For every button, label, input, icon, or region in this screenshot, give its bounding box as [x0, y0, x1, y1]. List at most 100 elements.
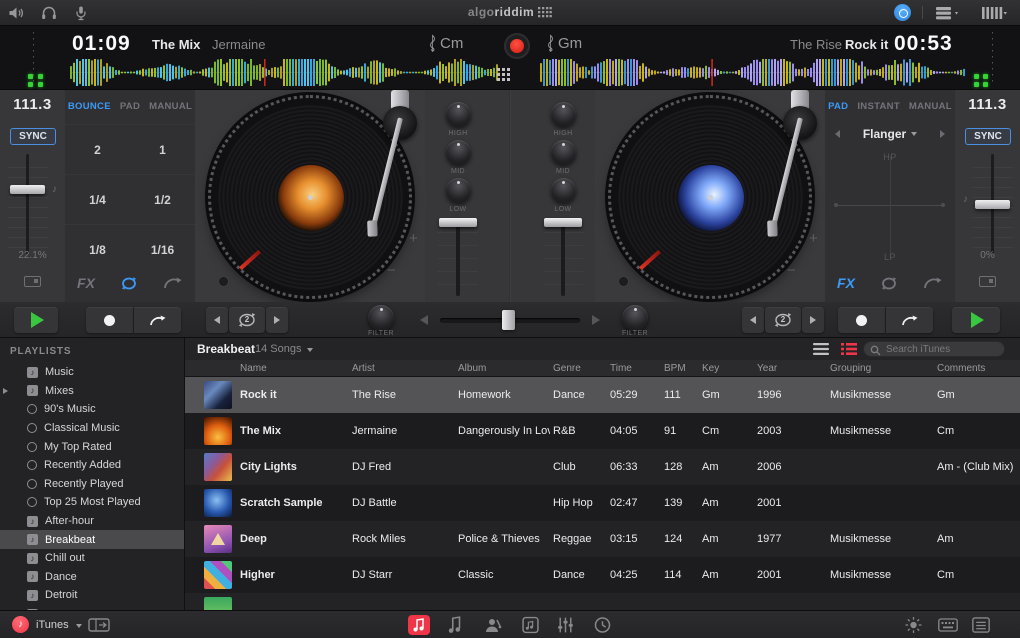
col-time[interactable]: Time [610, 363, 632, 374]
deck1-waveform[interactable] [70, 59, 500, 86]
deck1-loop-halve-button[interactable] [206, 307, 228, 333]
deck1-mode-icon[interactable] [24, 276, 41, 287]
deck1-pitch-fader[interactable] [8, 154, 48, 254]
loop-cell[interactable]: 1 [130, 124, 195, 174]
ch2-volume-fader[interactable] [543, 218, 583, 296]
pitch-bend-minus[interactable]: − [787, 262, 796, 279]
loop-toggle-icon[interactable] [879, 276, 899, 291]
deck2-cue-set-button[interactable] [838, 307, 885, 333]
table-row[interactable]: Higher DJ Starr Classic Dance 04:25 114 Am 2001… [185, 557, 1020, 593]
tab-artists[interactable] [484, 616, 502, 634]
tab-pad[interactable]: PAD [120, 101, 140, 112]
crossfader-handle[interactable] [502, 310, 515, 330]
col-album[interactable]: Album [458, 363, 486, 374]
list-view-icon[interactable] [813, 343, 829, 355]
ch1-volume-fader[interactable] [438, 218, 478, 296]
tab-mixer-levels[interactable] [556, 616, 575, 634]
col-grouping[interactable]: Grouping [830, 363, 871, 374]
col-artist[interactable]: Artist [352, 363, 375, 374]
view-columns-menu-icon[interactable] [982, 5, 1008, 21]
tab-albums[interactable] [522, 616, 539, 634]
record-button[interactable] [504, 33, 530, 59]
sidebar-item-90s-music[interactable]: 90's Music [0, 400, 184, 419]
deck2-mode-icon[interactable] [979, 276, 996, 287]
loop-cell[interactable]: 1/8 [65, 224, 130, 274]
deck2-cue-jump-button[interactable] [886, 307, 933, 333]
view-rows-menu-icon[interactable] [936, 5, 960, 21]
table-row[interactable]: City Lights DJ Fred Club 06:33 128 Am 2006 Am -… [185, 449, 1020, 485]
tonearm-2[interactable] [763, 90, 823, 242]
tonearm-1[interactable] [363, 90, 423, 242]
col-comments[interactable]: Comments [937, 363, 985, 374]
deck1-play-button[interactable] [14, 307, 58, 333]
deck1-loop-double-button[interactable] [266, 307, 288, 333]
table-row[interactable]: Scratch Sample DJ Battle Hip Hop 02:47 139 Am… [185, 485, 1020, 521]
sidebar-item-after-hour[interactable]: ♪ After-hour [0, 512, 184, 531]
sidebar-item-my-top-rated[interactable]: My Top Rated [0, 437, 184, 456]
crossfader[interactable] [440, 310, 580, 330]
col-genre[interactable]: Genre [553, 363, 581, 374]
deck2-play-button[interactable] [952, 307, 1000, 333]
ch1-eq-mid-knob[interactable] [446, 140, 471, 165]
fx-selector[interactable]: Flanger [825, 124, 955, 144]
tab-music-library[interactable] [408, 615, 430, 635]
source-label[interactable]: iTunes [36, 619, 69, 631]
fx-toggle[interactable]: FX [837, 275, 855, 291]
sidebar-item-classical-music[interactable]: Classical Music [0, 419, 184, 438]
tab-manual[interactable]: MANUAL [909, 101, 952, 112]
fx-xy-pad[interactable]: HP LP [833, 148, 947, 266]
pitch-bend-plus[interactable]: + [809, 230, 818, 247]
tab-pad[interactable]: PAD [828, 101, 848, 112]
status-blue-icon[interactable] [894, 4, 911, 21]
table-row[interactable]: Rock it The Rise Homework Dance 05:29 111 Gm 19… [185, 377, 1020, 413]
sidebar-item-top-25-most-played[interactable]: Top 25 Most Played [0, 493, 184, 512]
keylock-icon[interactable]: ♪ [52, 184, 57, 195]
deck2-loop-button[interactable]: 2 [765, 307, 801, 333]
itunes-icon[interactable]: ♪ [12, 616, 29, 633]
col-name[interactable]: Name [240, 363, 267, 374]
queue-list-icon[interactable] [972, 616, 990, 634]
loop-cell[interactable]: 1/16 [130, 224, 195, 274]
turntable-1[interactable]: + − [195, 90, 425, 302]
ch1-eq-low-knob[interactable] [446, 178, 471, 203]
fx-toggle[interactable]: FX [77, 275, 95, 291]
ch2-eq-low-knob[interactable] [551, 178, 576, 203]
ch2-volume-handle[interactable] [544, 218, 582, 227]
sidebar-item-recently-played[interactable]: Recently Played [0, 475, 184, 494]
sidebar-toggle-icon[interactable] [88, 616, 110, 634]
ch2-eq-high-knob[interactable] [551, 102, 576, 127]
ch2-eq-mid-knob[interactable] [551, 140, 576, 165]
search-field[interactable] [863, 341, 1005, 357]
deck2-loop-double-button[interactable] [802, 307, 824, 333]
sidebar-item-recently-added[interactable]: Recently Added [0, 456, 184, 475]
pitch-bend-minus[interactable]: − [387, 262, 396, 279]
bounce-arrow-icon[interactable] [923, 276, 943, 290]
loop-cell[interactable]: 1/2 [130, 174, 195, 224]
tab-bounce[interactable]: BOUNCE [68, 101, 111, 112]
sidebar-item-mixes[interactable]: ♪ Mixes [0, 382, 184, 401]
table-row[interactable]: The Mix Jermaine Dangerously In Love R&B 04:… [185, 413, 1020, 449]
bounce-arrow-icon[interactable] [163, 276, 183, 290]
deck1-filter-knob[interactable] [368, 305, 394, 331]
fx-next-arrow[interactable] [940, 130, 945, 138]
deck1-cue-jump-button[interactable] [134, 307, 181, 333]
deck2-sync-button[interactable]: SYNC [965, 128, 1011, 145]
sidebar-item-music[interactable]: ♪ Music [0, 363, 184, 382]
turntable-2[interactable]: + − [595, 90, 825, 302]
brightness-icon[interactable] [905, 616, 922, 634]
sidebar-item-breakbeat[interactable]: ♪ Breakbeat [0, 530, 184, 549]
grid-view-icon[interactable] [497, 68, 510, 81]
tab-instant[interactable]: INSTANT [857, 101, 900, 112]
col-key[interactable]: Key [702, 363, 719, 374]
col-bpm[interactable]: BPM [664, 363, 686, 374]
deck2-pitch-fader[interactable] [973, 154, 1013, 254]
tab-manual[interactable]: MANUAL [149, 101, 192, 112]
deck2-pitch-handle[interactable] [975, 200, 1010, 209]
detail-view-icon[interactable] [841, 343, 857, 355]
ch1-volume-handle[interactable] [439, 218, 477, 227]
song-count[interactable]: 14 Songs [255, 343, 301, 355]
loop-toggle-icon[interactable] [119, 276, 139, 291]
pitch-bend-plus[interactable]: + [409, 230, 418, 247]
disclosure-icon[interactable] [3, 387, 8, 394]
table-row-partial[interactable] [185, 593, 1020, 610]
